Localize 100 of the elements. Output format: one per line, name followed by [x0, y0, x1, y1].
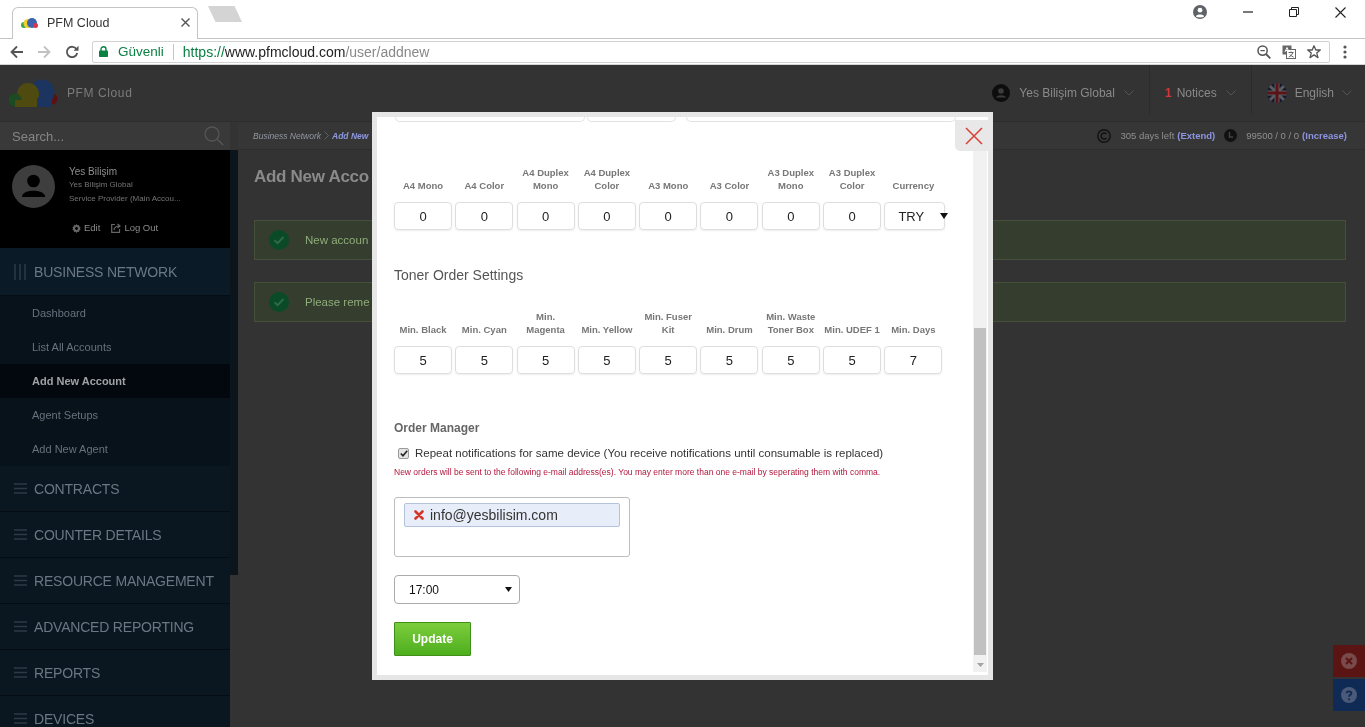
field-label: A4 Mono [402, 179, 444, 192]
number-field[interactable]: 0 [455, 202, 514, 230]
extend-link[interactable]: (Extend) [1177, 130, 1216, 141]
number-field[interactable]: 5 [577, 346, 636, 374]
avatar-icon [12, 165, 55, 208]
circle-c-icon [1097, 128, 1112, 143]
field-label: Min. Fuser Kit [643, 310, 693, 336]
section-heading: Order Manager [394, 420, 480, 436]
restore-icon[interactable] [1289, 7, 1299, 17]
field-label: Min. Black [399, 323, 447, 336]
language-menu[interactable]: English [1251, 65, 1352, 121]
address-bar[interactable]: Güvenli https://www.pfmcloud.com/user/addnew [92, 40, 1330, 63]
logout-link[interactable]: Log Out [111, 222, 159, 234]
breadcrumb-link[interactable]: Business Network [253, 130, 322, 141]
number-field[interactable]: 0 [577, 202, 636, 230]
checkbox-label: Repeat notifications for same device (You receive notifications until consumable is replaced) [415, 447, 884, 459]
cloud-icon [21, 17, 38, 28]
number-field[interactable]: 0 [394, 202, 452, 230]
number-field[interactable]: 0 [761, 202, 820, 230]
tick-icon [399, 449, 408, 457]
caret-icon [505, 587, 512, 592]
down-arrow-icon[interactable] [976, 663, 984, 667]
user-icon [992, 84, 1011, 102]
field-label: A4 Duplex Color [582, 166, 632, 192]
user-role: Service Provider (Main Accou... [69, 193, 181, 205]
security-label: Güvenli [118, 44, 164, 59]
number-field[interactable]: 0 [516, 202, 575, 230]
user-name: Yes Bilişim [69, 166, 118, 178]
magnifier-icon[interactable] [1257, 44, 1271, 59]
increase-link[interactable]: (Increase) [1302, 130, 1347, 141]
menu-icon [14, 667, 27, 678]
nav-item[interactable]: Add New Account [0, 364, 230, 398]
email-field[interactable]: info@yesbilisim.com [394, 497, 630, 557]
help-icon [1341, 687, 1357, 703]
number-field[interactable]: 0 [823, 202, 882, 230]
menu-icon [14, 713, 27, 724]
field-label: A3 Duplex Color [827, 166, 877, 192]
number-field[interactable]: 5 [516, 346, 575, 374]
number-field[interactable]: 5 [761, 346, 820, 374]
chevron-down-icon [1123, 90, 1134, 96]
account-menu[interactable]: Yes Bilişim Global [977, 65, 1149, 121]
chevron-down-icon [1342, 90, 1352, 96]
search-icon [204, 126, 224, 146]
number-field[interactable]: 5 [455, 346, 514, 374]
remove-icon[interactable] [414, 510, 424, 520]
section-heading: Toner Order Settings [394, 266, 524, 284]
translate-icon[interactable] [1282, 44, 1296, 59]
help-button[interactable] [1333, 679, 1365, 711]
email-address: info@yesbilisim.com [430, 507, 558, 523]
menu-icon [14, 483, 27, 494]
browser-tab[interactable]: PFM Cloud [12, 7, 198, 39]
field-label: Currency [892, 179, 935, 192]
menu-icon [14, 621, 27, 632]
page-title: Add New Acco [254, 166, 369, 188]
account-icon[interactable] [1193, 5, 1207, 19]
checkbox[interactable] [398, 447, 409, 459]
field-label: Min. Waste Toner Box [765, 310, 817, 336]
url-text: https://www.pfmcloud.com/user/addnew [182, 43, 430, 60]
scrollbar-thumb[interactable] [230, 150, 238, 575]
check-circle-icon [269, 230, 289, 250]
number-field[interactable]: 5 [394, 346, 452, 374]
field-label: A3 Mono [648, 179, 689, 192]
menu-icon [14, 529, 27, 540]
check-circle-icon [269, 292, 289, 312]
field-label: Min. UDEF 1 [824, 323, 880, 336]
alert-text: Please reme [305, 296, 370, 308]
breadcrumb-link[interactable]: Add New [332, 130, 369, 141]
brand-name: PFM Cloud [67, 86, 133, 100]
field-label: A3 Color [709, 179, 750, 192]
star-icon[interactable] [1307, 44, 1321, 59]
close-icon[interactable] [181, 18, 190, 27]
back-icon[interactable] [10, 44, 24, 59]
field-label: Min. Days [891, 323, 936, 336]
nav-section[interactable]: BUSINESS NETWORK [0, 248, 230, 296]
number-field[interactable]: 0 [639, 202, 698, 230]
number-field[interactable]: 0 [700, 202, 759, 230]
edit-link[interactable]: Edit [72, 222, 101, 234]
kebab-menu-icon[interactable] [1343, 44, 1347, 59]
number-field[interactable]: 5 [639, 346, 698, 374]
close-icon[interactable] [1335, 6, 1346, 18]
scrollbar-thumb[interactable] [974, 328, 986, 655]
reload-icon[interactable] [65, 44, 79, 59]
field-label: Min. Magenta [525, 310, 566, 336]
number-field[interactable]: 5 [700, 346, 759, 374]
number-field[interactable]: 5 [823, 346, 882, 374]
quota-text: 99500 / 0 / 0 [1246, 130, 1300, 141]
field-label: Min. Cyan [461, 323, 507, 336]
clock-icon [1224, 129, 1238, 142]
field-label: Min. Yellow [581, 323, 633, 336]
number-field[interactable]: 7 [884, 346, 943, 374]
company-name: Yes Bilişim Global [69, 179, 134, 191]
time-select[interactable]: 17:00 [394, 575, 520, 604]
field-label: Min. Drum [706, 323, 753, 336]
currency-select[interactable]: TRY [884, 202, 946, 230]
hint-text: New orders will be sent to the following e-mail address(es). You may enter more than one e-mail by seperating them with comma. [394, 466, 881, 478]
flag-icon [1266, 83, 1287, 103]
chevron-down-icon [1225, 90, 1236, 96]
field-label: A3 Duplex Mono [766, 166, 815, 192]
close-icon [964, 126, 983, 145]
notices-menu[interactable]: 1 Notices [1149, 65, 1251, 121]
